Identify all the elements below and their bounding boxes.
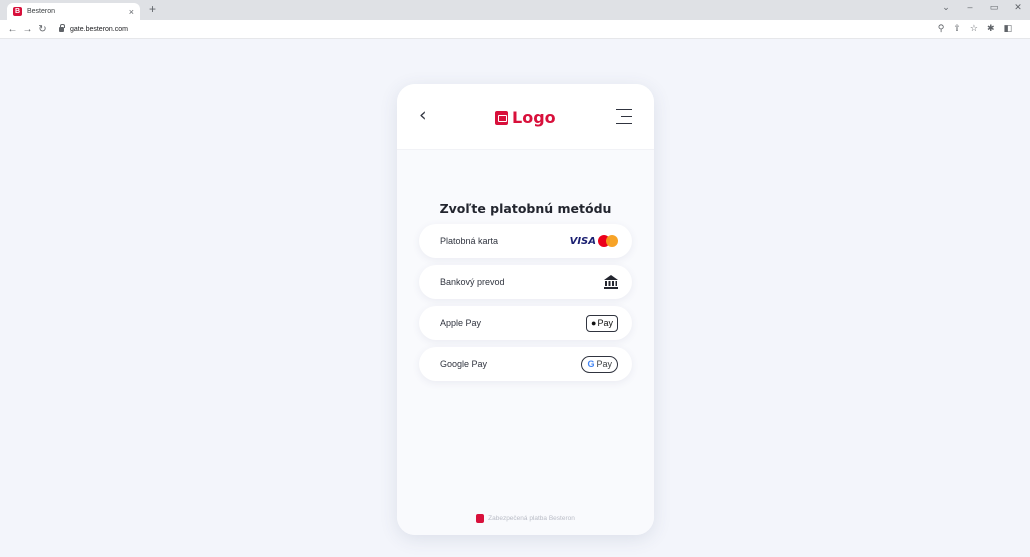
browser-tab[interactable]: B Besteron × xyxy=(7,3,140,20)
payment-option-google-pay[interactable]: Google Pay G Pay xyxy=(419,347,632,381)
minimize-icon[interactable]: – xyxy=(958,2,982,13)
page-title: Zvoľte platobnú metódu xyxy=(439,201,612,216)
visa-logo-icon: VISA xyxy=(569,235,596,247)
card-header: ‹ Logo xyxy=(397,84,654,150)
footer-text: Zabezpečená platba Besteron xyxy=(488,515,575,522)
menu-icon[interactable] xyxy=(616,109,632,124)
share-icon[interactable]: ⇪ xyxy=(953,23,961,34)
apple-pay-badge-text: Pay xyxy=(597,318,613,328)
payment-card: ‹ Logo Zvoľte platobnú metódu Platobná k… xyxy=(397,84,654,535)
payment-option-apple-pay[interactable]: Apple Pay ● Pay xyxy=(419,306,632,340)
payment-option-label: Bankový prevod xyxy=(440,277,505,287)
back-chevron-icon[interactable]: ‹ xyxy=(419,106,427,125)
forward-arrow-icon[interactable]: → xyxy=(21,24,34,35)
browser-tab-bar: B Besteron × + ⌄ – ▭ ✕ xyxy=(0,0,1030,20)
browser-toolbar: ← → ↻ gate.besteron.com ⚲ ⇪ ☆ ✱ ◧ xyxy=(0,20,1030,39)
mastercard-logo-icon xyxy=(598,235,618,247)
google-pay-badge-text: Pay xyxy=(596,359,612,369)
new-tab-button[interactable]: + xyxy=(149,2,156,16)
payment-option-label: Apple Pay xyxy=(440,318,482,328)
url-text: gate.besteron.com xyxy=(70,25,128,33)
payment-option-label: Platobná karta xyxy=(440,236,499,246)
zoom-icon[interactable]: ⚲ xyxy=(938,23,945,34)
logo: Logo xyxy=(495,108,556,127)
secure-payment-footer: Zabezpečená platba Besteron xyxy=(397,514,654,523)
maximize-icon[interactable]: ▭ xyxy=(982,2,1006,13)
tab-search-icon[interactable]: ⌄ xyxy=(934,2,958,13)
star-icon[interactable]: ☆ xyxy=(970,23,978,34)
besteron-favicon-icon: B xyxy=(13,7,22,16)
back-arrow-icon[interactable]: ← xyxy=(6,24,19,35)
payment-option-card[interactable]: Platobná karta VISA xyxy=(419,224,632,258)
apple-icon: ● xyxy=(591,318,597,328)
address-bar[interactable]: gate.besteron.com xyxy=(59,23,128,33)
extensions-icon[interactable]: ✱ xyxy=(987,23,995,34)
besteron-logo-icon xyxy=(476,514,485,523)
lock-icon xyxy=(59,23,65,32)
tab-title: Besteron xyxy=(27,8,56,15)
google-g-icon: G xyxy=(587,359,595,369)
close-window-icon[interactable]: ✕ xyxy=(1006,2,1030,13)
apple-pay-badge: ● Pay xyxy=(586,314,618,332)
logo-text: Logo xyxy=(512,108,556,127)
reload-icon[interactable]: ↻ xyxy=(36,24,49,35)
window-controls: ⌄ – ▭ ✕ xyxy=(934,2,1030,13)
tab-close-icon[interactable]: × xyxy=(129,7,134,17)
bank-icon xyxy=(604,275,618,289)
google-pay-badge: G Pay xyxy=(581,355,618,373)
toolbar-actions: ⚲ ⇪ ☆ ✱ ◧ xyxy=(938,23,1012,34)
logo-mark-icon xyxy=(495,110,508,125)
sidebar-icon[interactable]: ◧ xyxy=(1003,23,1012,34)
payment-option-bank-transfer[interactable]: Bankový prevod xyxy=(419,265,632,299)
payment-option-label: Google Pay xyxy=(440,359,488,369)
